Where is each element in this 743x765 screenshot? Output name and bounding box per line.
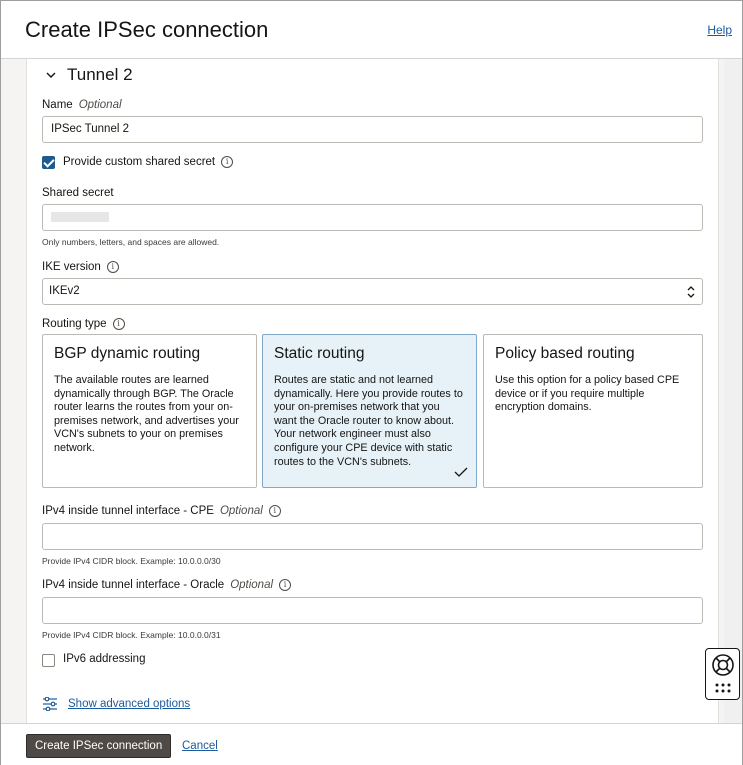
shared-secret-hint: Only numbers, letters, and spaces are al… xyxy=(42,237,220,247)
info-icon[interactable]: i xyxy=(268,505,281,517)
ike-version-label-text: IKE version xyxy=(42,261,101,273)
ipv4-oracle-label-text: IPv4 inside tunnel interface - Oracle xyxy=(42,579,225,591)
custom-secret-label: Provide custom shared secret i xyxy=(63,156,234,168)
ike-version-label: IKE version i xyxy=(42,261,119,273)
ipv4-cpe-label: IPv4 inside tunnel interface - CPE Optio… xyxy=(42,505,281,517)
card-title: Policy based routing xyxy=(495,345,635,362)
help-link[interactable]: Help xyxy=(707,23,732,37)
create-ipsec-connection-button[interactable]: Create IPSec connection xyxy=(26,734,172,758)
cancel-link[interactable]: Cancel xyxy=(182,740,218,752)
shared-secret-input[interactable] xyxy=(42,204,703,231)
ipv4-cpe-hint: Provide IPv4 CIDR block. Example: 10.0.0… xyxy=(42,556,221,566)
routing-type-label: Routing type i xyxy=(42,318,125,330)
card-description: Use this option for a policy based CPE d… xyxy=(495,374,680,414)
name-label: Name Optional xyxy=(42,99,122,111)
custom-secret-label-text: Provide custom shared secret xyxy=(63,156,216,168)
routing-option-policy[interactable]: Policy based routing Use this option for… xyxy=(483,334,703,488)
optional-tag: Optional xyxy=(230,579,274,591)
info-icon[interactable]: i xyxy=(279,579,292,591)
routing-type-label-text: Routing type xyxy=(42,318,107,330)
sliders-icon xyxy=(43,697,57,711)
card-description: The available routes are learned dynamic… xyxy=(54,374,239,454)
ipv4-oracle-input[interactable] xyxy=(42,597,703,624)
ipv4-cpe-label-text: IPv4 inside tunnel interface - CPE xyxy=(42,505,214,517)
card-title: BGP dynamic routing xyxy=(54,345,201,362)
name-label-text: Name xyxy=(42,99,73,111)
name-input[interactable]: IPSec Tunnel 2 xyxy=(42,116,703,143)
ike-version-select[interactable]: IKEv2 xyxy=(42,278,703,305)
advanced-options[interactable]: Show advanced options xyxy=(42,697,190,711)
section-title: Tunnel 2 xyxy=(67,65,133,84)
lifebuoy-icon xyxy=(712,654,734,693)
ipv4-oracle-label: IPv4 inside tunnel interface - Oracle Op… xyxy=(42,579,292,591)
select-arrows-icon xyxy=(687,286,695,298)
routing-option-bgp[interactable]: BGP dynamic routing The available routes… xyxy=(42,334,257,488)
footer: Create IPSec connection Cancel xyxy=(1,723,742,765)
card-title: Static routing xyxy=(274,345,365,362)
shared-secret-label: Shared secret xyxy=(42,187,114,199)
optional-tag: Optional xyxy=(219,505,263,517)
masked-secret xyxy=(51,211,109,222)
header: Create IPSec connection Help xyxy=(1,1,742,59)
optional-tag: Optional xyxy=(78,99,122,111)
ike-version-value: IKEv2 xyxy=(49,285,80,297)
custom-secret-checkbox[interactable] xyxy=(42,156,55,169)
ipv6-label: IPv6 addressing xyxy=(63,653,145,665)
checkmark-icon xyxy=(454,467,468,477)
info-icon[interactable]: i xyxy=(112,318,125,330)
scrollbar[interactable] xyxy=(724,59,742,723)
ipv4-cpe-input[interactable] xyxy=(42,523,703,550)
card-description: Routes are static and not learned dynami… xyxy=(274,374,463,468)
info-icon[interactable]: i xyxy=(221,156,234,168)
ipv4-oracle-hint: Provide IPv4 CIDR block. Example: 10.0.0… xyxy=(42,630,221,640)
dialog-frame: Create IPSec connection Help Tunnel 2 Na… xyxy=(0,0,743,765)
routing-option-static[interactable]: Static routing Routes are static and not… xyxy=(262,334,477,488)
ipv6-label-text: IPv6 addressing xyxy=(63,653,146,665)
support-widget[interactable] xyxy=(705,648,740,700)
page-title: Create IPSec connection xyxy=(25,17,269,42)
show-advanced-options-link[interactable]: Show advanced options xyxy=(68,698,190,710)
ipv6-checkbox[interactable] xyxy=(42,654,55,667)
chevron-down-icon xyxy=(46,72,56,78)
info-icon[interactable]: i xyxy=(106,261,119,273)
shared-secret-label-text: Shared secret xyxy=(42,187,114,199)
tunnel-section-toggle[interactable]: Tunnel 2 xyxy=(45,65,133,85)
